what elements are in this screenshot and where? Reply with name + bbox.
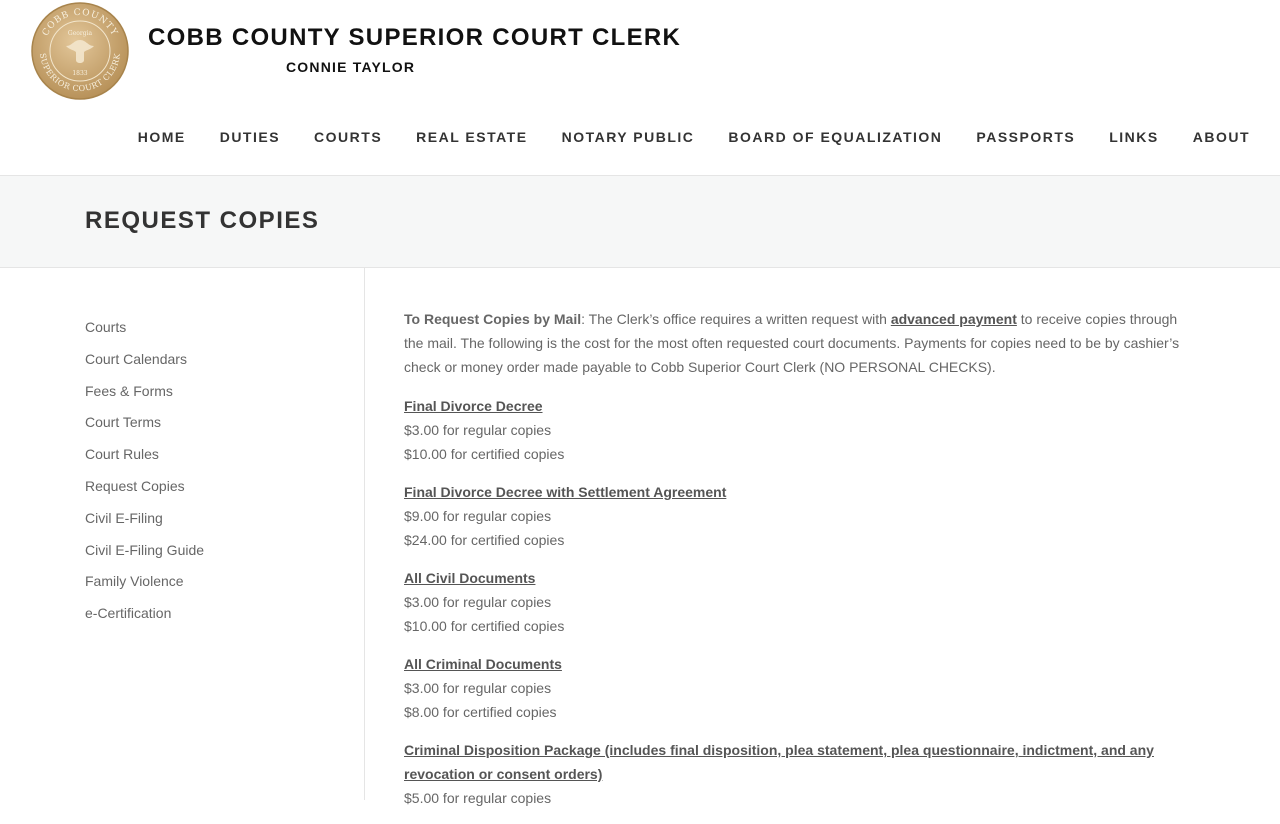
page-title-band: REQUEST COPIES: [0, 176, 1280, 268]
main-nav: HOME DUTIES COURTS REAL ESTATE NOTARY PU…: [138, 129, 1250, 145]
sidebar-item: Civil E-Filing Guide: [85, 542, 204, 574]
sidebar-link-fees-forms[interactable]: Fees & Forms: [85, 383, 173, 399]
price-line: $9.00 for regular copies: [404, 508, 552, 524]
sidebar-item: Courts: [85, 319, 204, 351]
sidebar-item: Family Violence: [85, 573, 204, 605]
sidebar-link-civil-e-filing[interactable]: Civil E-Filing: [85, 510, 163, 526]
price-line: $24.00 for certified copies: [404, 532, 565, 548]
document-item: All Criminal Documents $3.00 for regular…: [404, 652, 1194, 724]
main-content: To Request Copies by Mail: The Clerk’s o…: [404, 307, 1194, 824]
nav-notary-public[interactable]: NOTARY PUBLIC: [562, 129, 695, 145]
document-title-link[interactable]: Criminal Disposition Package (includes f…: [404, 742, 1154, 782]
document-title-link[interactable]: Final Divorce Decree: [404, 398, 543, 414]
document-item: Final Divorce Decree with Settlement Agr…: [404, 480, 1194, 552]
sidebar-item: Request Copies: [85, 478, 204, 510]
price-line: $5.00 for regular copies: [404, 790, 552, 806]
court-seal-logo[interactable]: COBB COUNTY SUPERIOR COURT CLERK Georgia…: [30, 2, 130, 100]
site-header: COBB COUNTY SUPERIOR COURT CLERK Georgia…: [0, 0, 1280, 176]
document-title-link[interactable]: All Civil Documents: [404, 570, 535, 586]
nav-links[interactable]: LINKS: [1109, 129, 1159, 145]
sidebar-link-courts[interactable]: Courts: [85, 319, 126, 335]
site-title: COBB COUNTY SUPERIOR COURT CLERK: [148, 24, 682, 51]
sidebar-item: Court Rules: [85, 446, 204, 478]
sidebar-item: Civil E-Filing: [85, 510, 204, 542]
sidebar-link-court-terms[interactable]: Court Terms: [85, 414, 161, 430]
price-line: $3.00 for regular copies: [404, 422, 552, 438]
seal-year-text: 1833: [72, 70, 87, 77]
advanced-payment-link[interactable]: advanced payment: [891, 311, 1017, 327]
sidebar-link-e-certification[interactable]: e-Certification: [85, 605, 171, 621]
nav-real-estate[interactable]: REAL ESTATE: [416, 129, 527, 145]
sidebar-item: Court Terms: [85, 414, 204, 446]
document-title-link[interactable]: Final Divorce Decree with Settlement Agr…: [404, 484, 726, 500]
intro-paragraph: To Request Copies by Mail: The Clerk’s o…: [404, 307, 1194, 379]
price-line: $3.00 for regular copies: [404, 594, 552, 610]
price-line: $8.00 for certified copies: [404, 704, 557, 720]
document-item: All Civil Documents $3.00 for regular co…: [404, 566, 1194, 638]
document-item: Criminal Disposition Package (includes f…: [404, 738, 1194, 810]
sidebar-list: Courts Court Calendars Fees & Forms Cour…: [85, 319, 204, 637]
nav-board-of-equalization[interactable]: BOARD OF EQUALIZATION: [728, 129, 942, 145]
intro-text-1: : The Clerk’s office requires a written …: [581, 311, 891, 327]
price-line: $3.00 for regular copies: [404, 680, 552, 696]
nav-duties[interactable]: DUTIES: [220, 129, 280, 145]
sidebar-link-court-rules[interactable]: Court Rules: [85, 446, 159, 462]
intro-label: To Request Copies by Mail: [404, 311, 582, 327]
sidebar-link-civil-e-filing-guide[interactable]: Civil E-Filing Guide: [85, 542, 204, 558]
nav-courts[interactable]: COURTS: [314, 129, 382, 145]
seal-state-text: Georgia: [68, 30, 93, 37]
nav-about[interactable]: ABOUT: [1193, 129, 1250, 145]
sidebar-item: Fees & Forms: [85, 383, 204, 415]
sidebar-item: Court Calendars: [85, 351, 204, 383]
document-item: Final Divorce Decree $3.00 for regular c…: [404, 394, 1194, 466]
site-subtitle: CONNIE TAYLOR: [286, 59, 416, 75]
sidebar-link-court-calendars[interactable]: Court Calendars: [85, 351, 187, 367]
price-line: $10.00 for certified copies: [404, 618, 565, 634]
document-title-link[interactable]: All Criminal Documents: [404, 656, 562, 672]
sidebar-link-request-copies[interactable]: Request Copies: [85, 478, 185, 494]
sidebar: Courts Court Calendars Fees & Forms Cour…: [0, 268, 365, 800]
price-line: $10.00 for certified copies: [404, 446, 565, 462]
nav-home[interactable]: HOME: [138, 129, 186, 145]
nav-passports[interactable]: PASSPORTS: [976, 129, 1075, 145]
sidebar-link-family-violence[interactable]: Family Violence: [85, 573, 184, 589]
sidebar-item: e-Certification: [85, 605, 204, 637]
page-title: REQUEST COPIES: [85, 207, 320, 234]
